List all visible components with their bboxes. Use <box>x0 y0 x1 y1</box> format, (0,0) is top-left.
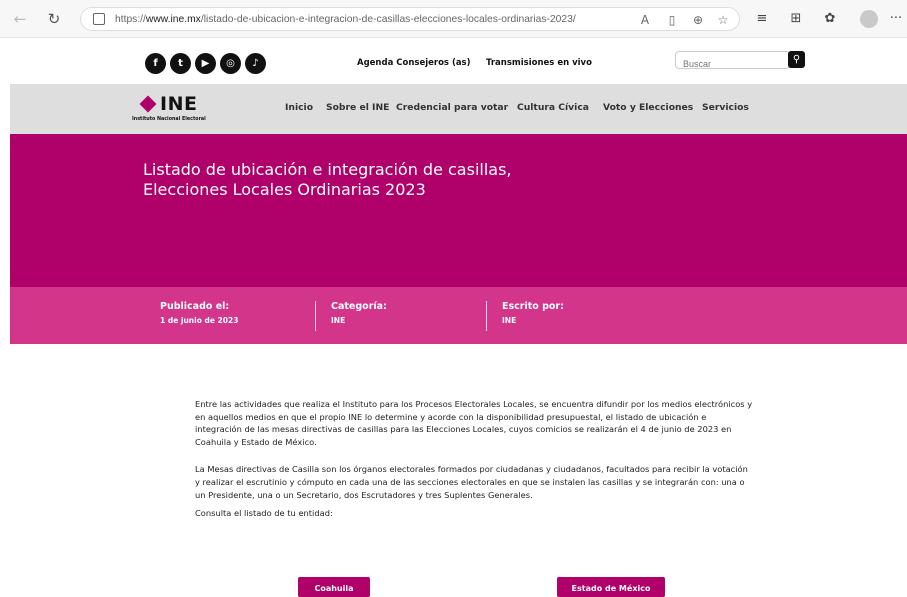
meta-category-value[interactable]: INE <box>331 316 387 325</box>
meta-published-label: Publicado el: <box>160 301 230 312</box>
meta-category: Categoría: INE <box>331 301 387 331</box>
search-box[interactable] <box>675 51 790 72</box>
nav-credencial[interactable]: Credencial para votar <box>396 102 508 113</box>
extension-icon[interactable]: ✿ <box>820 9 840 29</box>
article-paragraph: Consulta el listado de tu entidad: <box>195 508 333 519</box>
youtube-icon[interactable]: ▶ <box>195 53 216 74</box>
collections-icon[interactable]: ⊞ <box>786 9 806 29</box>
instagram-icon[interactable]: ◎ <box>220 53 241 74</box>
read-aloud-icon[interactable]: A <box>636 11 654 29</box>
meta-published: Publicado el: 1 de junio de 2023 <box>160 301 238 331</box>
page-title-line2: Elecciones Locales Ordinarias 2023 <box>143 180 426 199</box>
nav-cultura-civica[interactable]: Cultura Cívica <box>517 102 589 113</box>
nav-inicio[interactable]: Inicio <box>285 102 313 113</box>
logo-subtitle: Instituto Nacional Electoral <box>132 117 206 122</box>
nav-servicios[interactable]: Servicios <box>702 102 749 113</box>
meta-author: Escrito por: INE <box>502 301 564 331</box>
meta-category-label: Categoría: <box>331 301 387 312</box>
page-title: Listado de ubicación e integración de ca… <box>143 160 703 200</box>
ine-logo[interactable]: INE Instituto Nacional Electoral <box>132 93 232 124</box>
search-input[interactable] <box>683 56 773 72</box>
twitter-icon[interactable]: t <box>170 53 191 74</box>
tiktok-icon[interactable]: ♪ <box>245 53 266 74</box>
social-links: f t ▶ ◎ ♪ <box>145 53 266 74</box>
meta-divider <box>315 301 316 331</box>
coahuila-button[interactable]: Coahuila <box>298 577 370 597</box>
estado-mexico-button[interactable]: Estado de México <box>557 577 665 597</box>
facebook-icon[interactable]: f <box>145 53 166 74</box>
lock-icon[interactable] <box>93 13 105 25</box>
article-meta: Publicado el: 1 de junio de 2023 Categor… <box>10 287 907 344</box>
transmisiones-link[interactable]: Transmisiones en vivo <box>486 58 592 68</box>
browser-toolbar: ← ↻ https://www.ine.mx/listado-de-ubicac… <box>0 0 907 38</box>
url-domain: www.ine.mx <box>145 13 201 25</box>
hero-banner: Listado de ubicación e integración de ca… <box>10 134 907 287</box>
nav-voto-elecciones[interactable]: Voto y Elecciones <box>603 102 693 113</box>
refresh-icon[interactable]: ↻ <box>44 9 64 29</box>
logo-brand: INE <box>160 93 198 115</box>
url-text[interactable]: https://www.ine.mx/listado-de-ubicacion-… <box>115 14 615 25</box>
search-icon[interactable]: ⚲ <box>788 51 805 68</box>
url-path: /listado-de-ubicacion-e-integracion-de-c… <box>200 13 576 25</box>
article-paragraph: La Mesas directivas de Casilla son los ó… <box>195 464 748 500</box>
main-nav: INE Instituto Nacional Electoral Inicio … <box>10 84 907 134</box>
article-paragraph: Entre las actividades que realiza el Ins… <box>195 399 753 447</box>
meta-divider <box>486 301 487 331</box>
address-bar[interactable]: https://www.ine.mx/listado-de-ubicacion-… <box>80 7 740 31</box>
zoom-icon[interactable]: ⊕ <box>689 11 707 29</box>
nav-sobre-ine[interactable]: Sobre el INE <box>326 102 389 113</box>
logo-diamond-icon <box>139 95 157 113</box>
article-body: Entre las actividades que realiza el Ins… <box>195 398 755 535</box>
meta-published-value: 1 de junio de 2023 <box>160 316 239 325</box>
url-prefix: https:// <box>115 13 146 25</box>
favorite-icon[interactable]: ☆ <box>714 11 732 29</box>
profile-icon[interactable] <box>860 10 878 28</box>
more-icon[interactable]: ··· <box>886 9 906 29</box>
page-title-line1: Listado de ubicación e integración de ca… <box>143 160 512 179</box>
immersive-reader-icon[interactable]: ▯ <box>663 11 681 29</box>
meta-author-value: INE <box>502 316 517 325</box>
meta-author-label: Escrito por: <box>502 301 564 312</box>
back-icon[interactable]: ← <box>10 9 30 29</box>
favorites-bar-icon[interactable]: ≡ <box>752 9 772 29</box>
agenda-link[interactable]: Agenda Consejeros (as) <box>357 58 471 68</box>
